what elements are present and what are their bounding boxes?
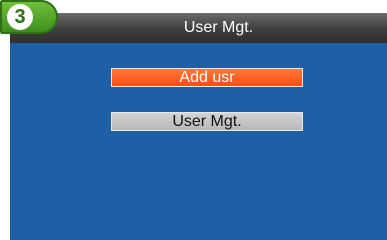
step-number-badge: 3 [0,0,58,34]
menu-item-label: Add usr [179,68,235,86]
menu-item-label: User Mgt. [172,112,242,130]
menu-panel: Add usr User Mgt. [10,43,387,240]
menu-item-user-management[interactable]: User Mgt. [111,112,303,131]
step-number: 3 [7,4,33,30]
title-bar: User Mgt. [10,13,387,43]
screen-title: User Mgt. [183,19,254,36]
menu-item-add-user[interactable]: Add usr [111,68,303,87]
device-screen: User Mgt. 3 Add usr User Mgt. [0,0,387,240]
